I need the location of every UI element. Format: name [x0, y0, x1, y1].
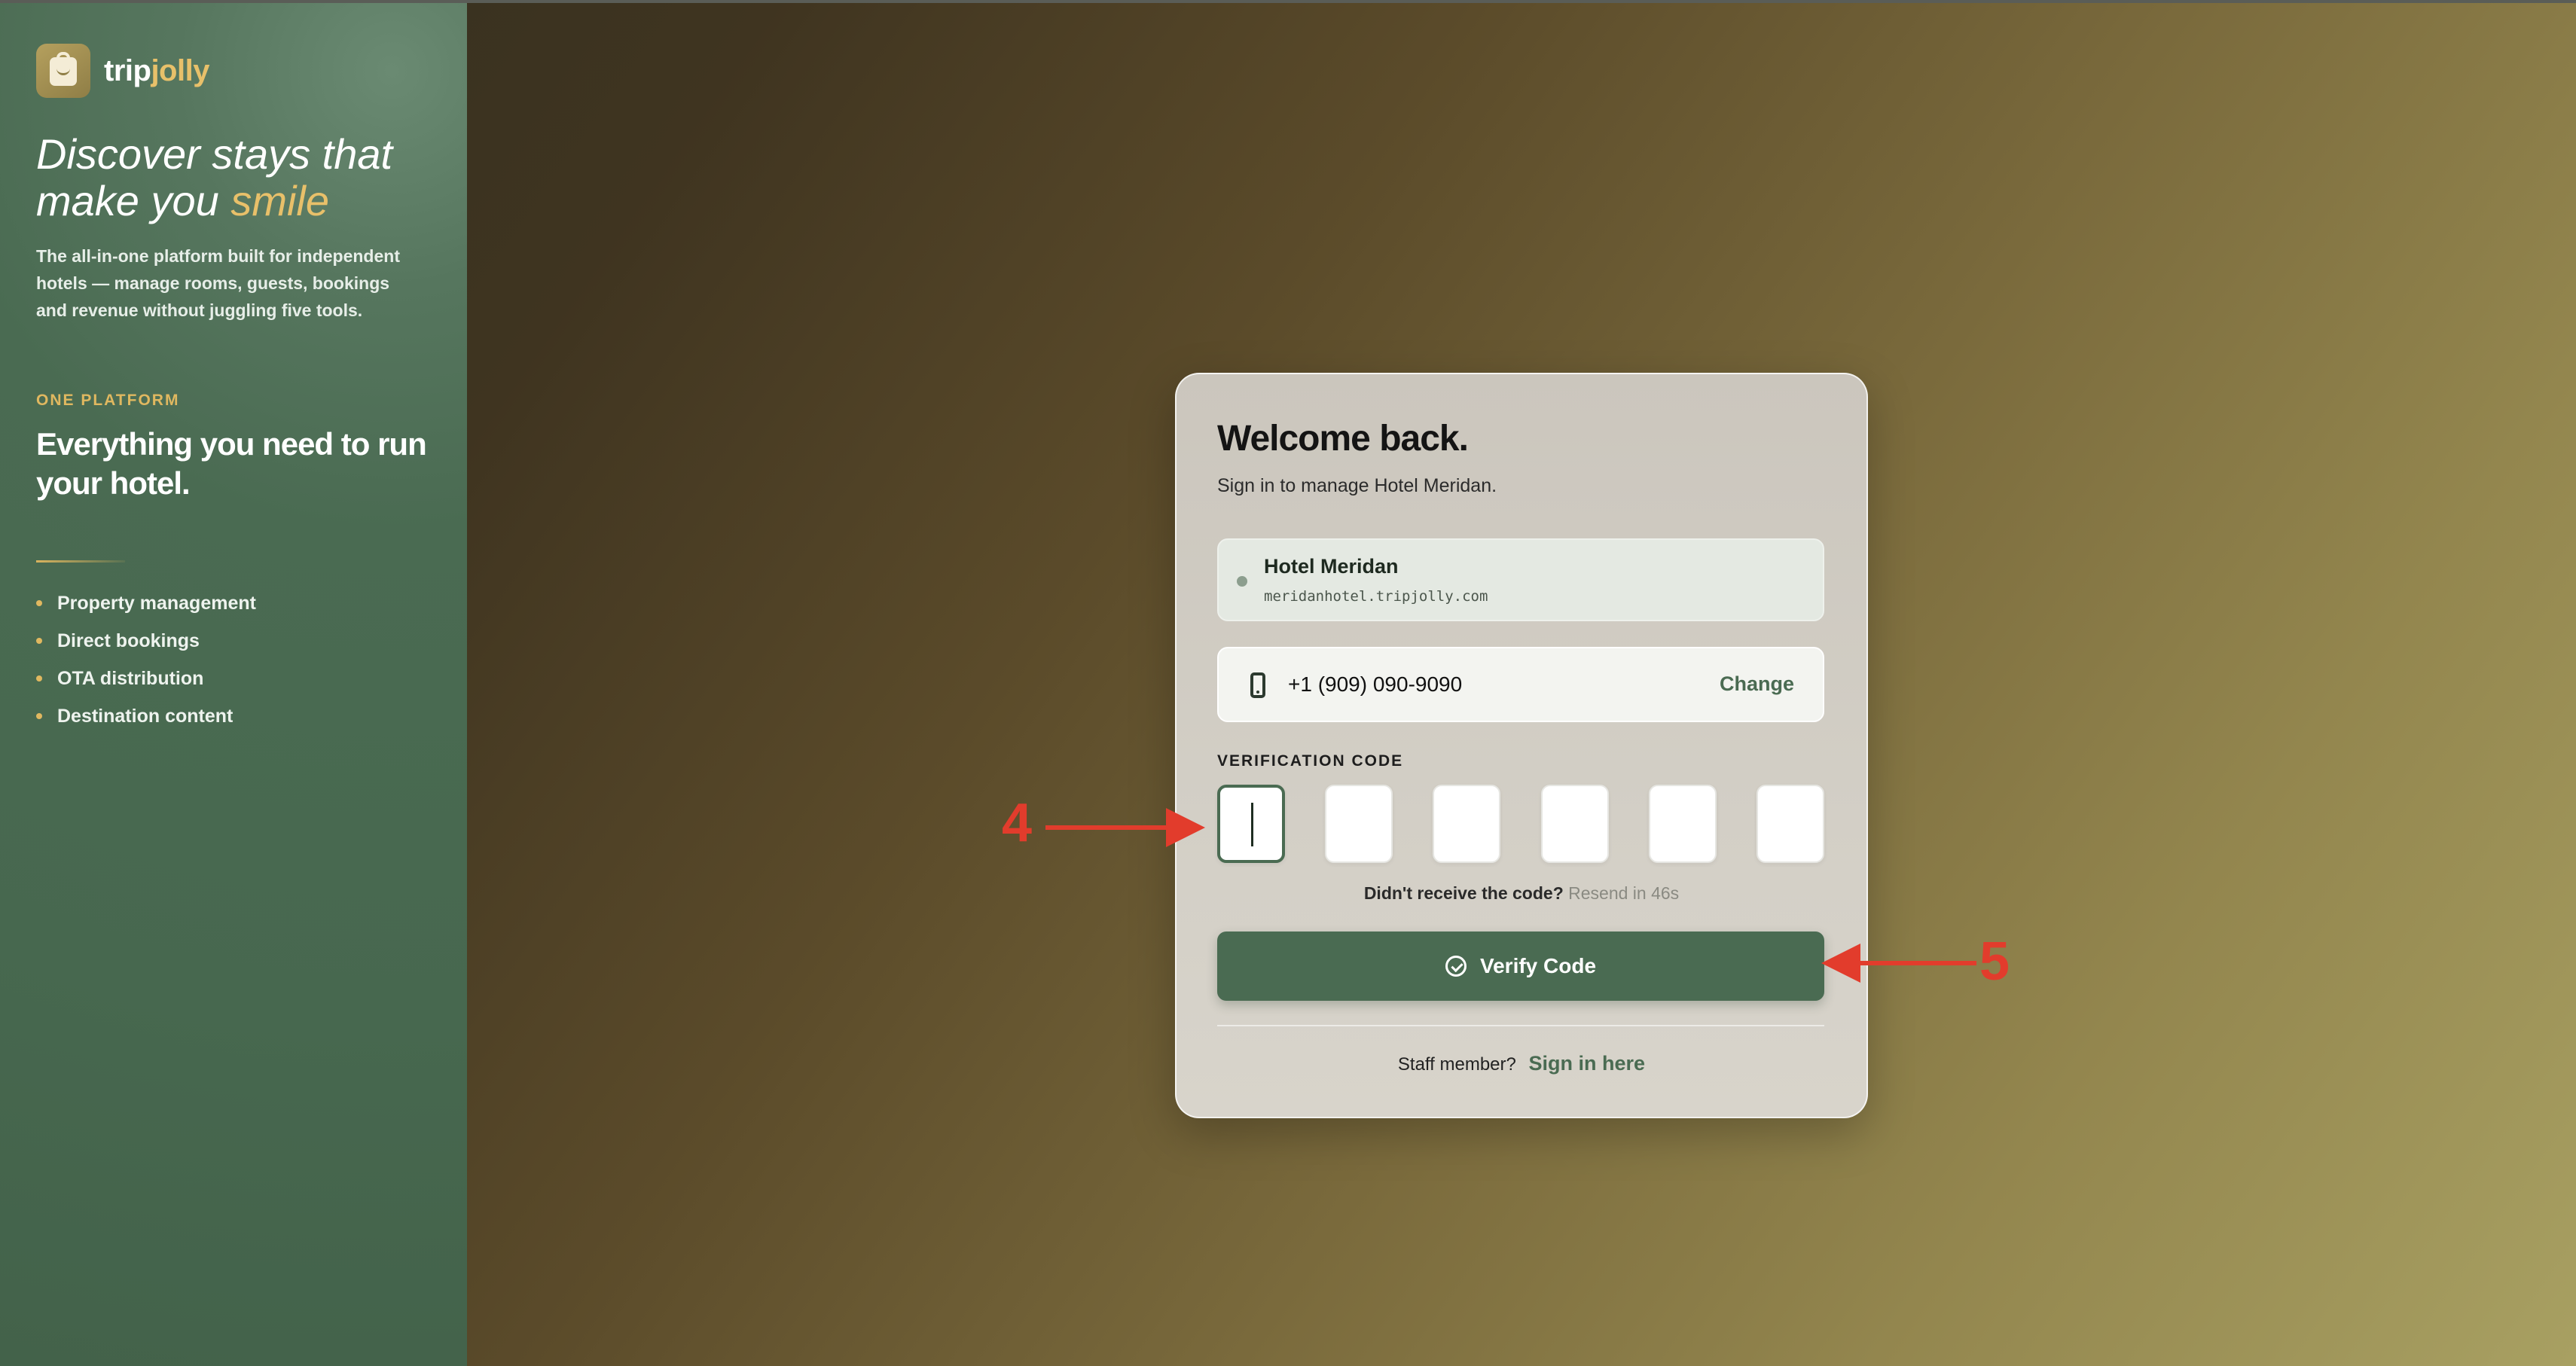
card-subtitle: Sign in to manage Hotel Meridan.: [1217, 475, 1497, 496]
sidebar-big-heading: Everything you need to run your hotel.: [36, 426, 427, 501]
phone-number: +1 (909) 090-9090: [1288, 672, 1463, 696]
code-digit-input-1[interactable]: [1217, 785, 1285, 863]
code-digit-input-5[interactable]: [1648, 785, 1717, 863]
code-digit-input-6[interactable]: [1756, 785, 1824, 863]
hotel-url: meridanhotel.tripjolly.com: [1264, 588, 1488, 605]
feature-item: OTA distribution: [36, 660, 256, 697]
suitcase-logo-icon: [36, 44, 90, 98]
status-dot-icon: [1237, 576, 1247, 587]
card-divider: [1217, 1025, 1824, 1026]
marketing-sidebar: tripjolly Discover stays that make you s…: [0, 3, 467, 1366]
annotation-arrow-4: [1045, 825, 1175, 830]
change-phone-button[interactable]: Change: [1720, 672, 1794, 696]
phone-icon: [1250, 672, 1265, 698]
brand-logo[interactable]: tripjolly: [36, 44, 209, 98]
hotel-name: Hotel Meridan: [1264, 555, 1399, 578]
resend-countdown: Resend in 46s: [1568, 883, 1680, 903]
annotation-marker-4: 4: [1002, 793, 1033, 853]
annotation-marker-5: 5: [1979, 932, 2010, 992]
headline-line-2: make you: [36, 177, 231, 224]
code-digit-input-2[interactable]: [1325, 785, 1393, 863]
resend-row: Didn't receive the code? Resend in 46s: [1177, 883, 1866, 904]
hotel-selector: Hotel Meridan meridanhotel.tripjolly.com: [1217, 538, 1824, 621]
bullet-icon: [36, 675, 42, 681]
resend-prompt: Didn't receive the code?: [1363, 883, 1564, 903]
verify-code-button[interactable]: Verify Code: [1217, 932, 1824, 1001]
sidebar-eyebrow: ONE PLATFORM: [36, 392, 180, 409]
code-digit-input-3[interactable]: [1433, 785, 1501, 863]
sidebar-divider: [36, 560, 125, 563]
verify-code-label: Verify Code: [1479, 954, 1597, 977]
verification-code-inputs: [1217, 785, 1824, 863]
feature-item: Destination content: [36, 697, 256, 735]
headline-line-1: Discover stays that: [36, 130, 393, 178]
feature-list: Property management Direct bookings OTA …: [36, 584, 256, 735]
staff-prompt: Staff member?: [1397, 1054, 1516, 1075]
verification-code-label: VERIFICATION CODE: [1217, 752, 1404, 770]
staff-signin-link[interactable]: Sign in here: [1529, 1052, 1646, 1075]
brand-wordmark: tripjolly: [104, 53, 209, 87]
bullet-icon: [36, 600, 42, 606]
card-title: Welcome back.: [1217, 419, 1469, 459]
feature-item: Direct bookings: [36, 622, 256, 660]
annotation-arrow-5: [1853, 961, 1976, 965]
login-card: Welcome back. Sign in to manage Hotel Me…: [1175, 373, 1868, 1118]
feature-item: Property management: [36, 584, 256, 622]
phone-field: +1 (909) 090-9090 Change: [1217, 647, 1824, 722]
sidebar-description: The all-in-one platform built for indepe…: [36, 246, 400, 320]
bullet-icon: [36, 638, 42, 644]
check-circle-icon: [1445, 956, 1467, 977]
arrow-left-icon: [1821, 944, 1860, 983]
staff-signin-row: Staff member? Sign in here: [1177, 1052, 1866, 1075]
headline-accent-word: smile: [230, 177, 330, 224]
code-digit-input-4[interactable]: [1540, 785, 1609, 863]
sidebar-headline: Discover stays that make you smile: [36, 131, 443, 224]
bullet-icon: [36, 713, 42, 719]
arrow-right-icon: [1166, 808, 1205, 847]
